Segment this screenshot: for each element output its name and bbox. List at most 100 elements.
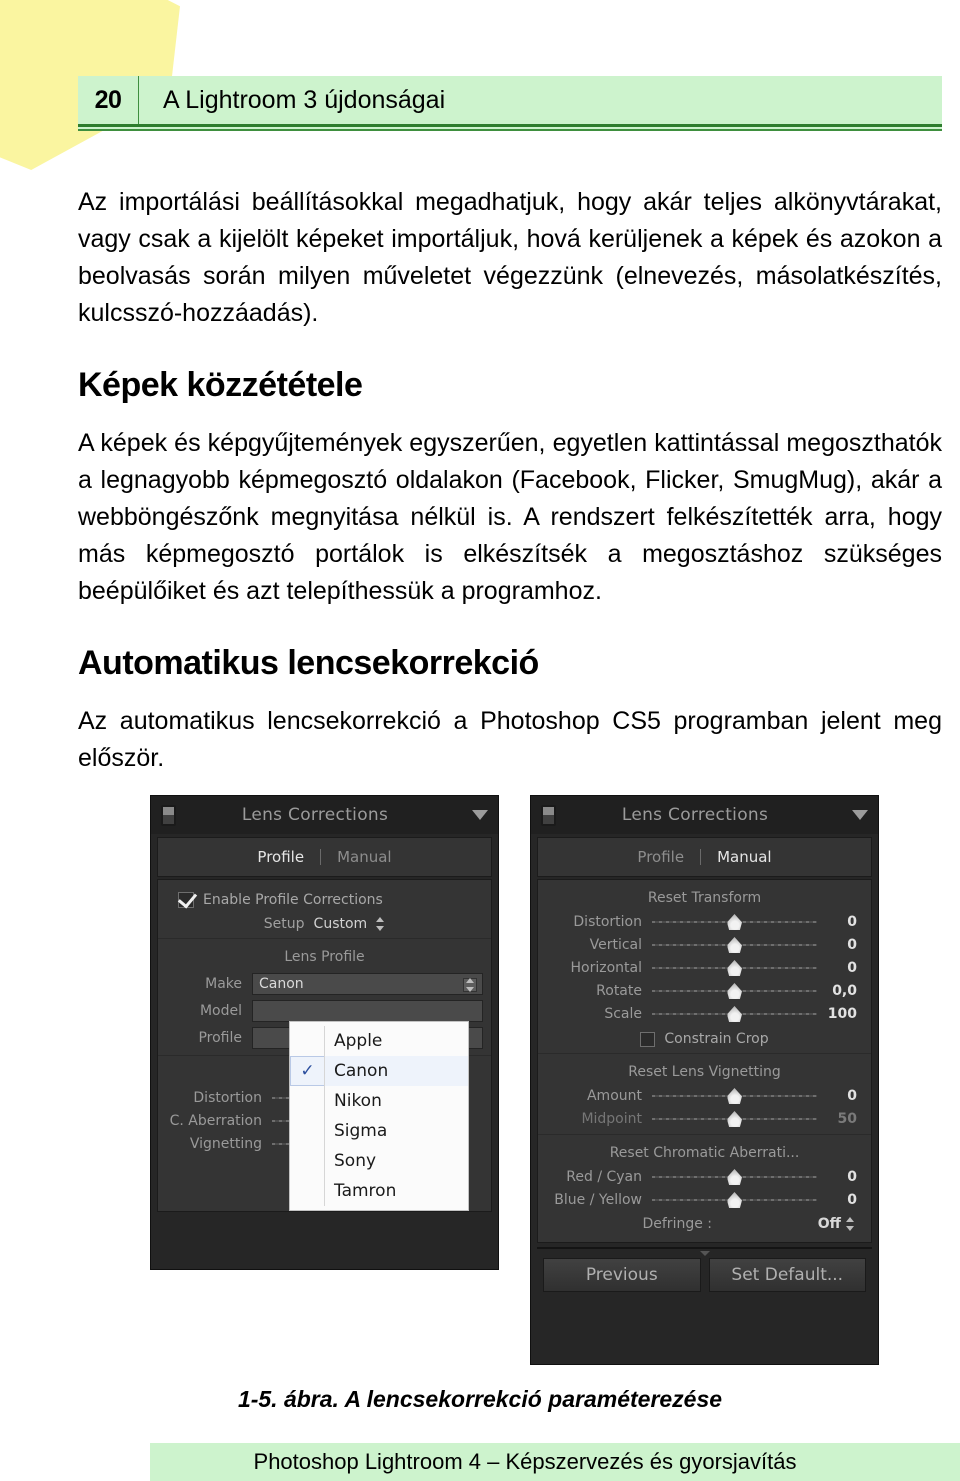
slider-label-c-aberration: C. Aberration [169, 1113, 262, 1129]
dropdown-item-nikon[interactable]: Nikon [290, 1086, 468, 1116]
slider-horizontal[interactable]: Horizontal 0 [544, 960, 865, 976]
dropdown-item-tamron[interactable]: Tamron [290, 1176, 468, 1206]
tab-manual[interactable]: Manual [321, 848, 408, 866]
slider-rotate[interactable]: Rotate 0,0 [544, 983, 865, 999]
slider-value-distortion: 0 [847, 914, 857, 930]
dropdown-label-apple: Apple [334, 1031, 383, 1051]
constrain-crop-label: Constrain Crop [664, 1031, 769, 1047]
slider-value-red-cyan: 0 [847, 1169, 857, 1185]
field-row-make[interactable]: Make Canon [166, 973, 483, 995]
slider-red-cyan[interactable]: Red / Cyan 0 [544, 1169, 865, 1185]
dropdown-label-nikon: Nikon [334, 1091, 382, 1111]
slider-track-midpoint[interactable] [652, 1111, 817, 1127]
figure-lens-corrections: Lens Corrections Profile Manual Enable P… [0, 795, 960, 1375]
slider-label-scale: Scale [604, 1006, 642, 1022]
slider-distortion[interactable]: Distortion 0 [544, 914, 865, 930]
slider-knob[interactable] [727, 1006, 742, 1022]
running-head-title: A Lightroom 3 újdonságai [163, 85, 446, 114]
stepper-icon[interactable] [376, 917, 385, 931]
slider-label-midpoint: Midpoint [581, 1111, 642, 1127]
slider-knob[interactable] [727, 1111, 742, 1127]
slider-blue-yellow[interactable]: Blue / Yellow 0 [544, 1192, 865, 1208]
chevron-down-icon[interactable] [852, 810, 868, 820]
slider-amount[interactable]: Amount 0 [544, 1088, 865, 1104]
reset-lens-vignetting-title[interactable]: Reset Lens Vignetting [538, 1064, 871, 1080]
dropdown-item-sony[interactable]: Sony [290, 1146, 468, 1176]
slider-value-midpoint: 50 [837, 1111, 857, 1127]
slider-knob[interactable] [727, 1192, 742, 1208]
slider-scale[interactable]: Scale 100 [544, 1006, 865, 1022]
enable-profile-corrections-label: Enable Profile Corrections [203, 892, 383, 908]
reset-chromatic-aberration-title[interactable]: Reset Chromatic Aberrati... [538, 1145, 871, 1161]
slider-knob[interactable] [727, 914, 742, 930]
running-head-rules [78, 124, 942, 131]
panel-toggle-switch-icon[interactable] [161, 804, 176, 826]
slider-knob[interactable] [727, 960, 742, 976]
slider-label-vertical: Vertical [589, 937, 642, 953]
tab-bar-right: Profile Manual [537, 837, 872, 877]
slider-vertical[interactable]: Vertical 0 [544, 937, 865, 953]
panel-titlebar-left: Lens Corrections [151, 796, 498, 834]
field-row-model[interactable]: Model [166, 1000, 483, 1022]
tab-manual[interactable]: Manual [701, 848, 788, 866]
footer-text: Photoshop Lightroom 4 – Képszervezés és … [253, 1449, 797, 1474]
dropdown-item-apple[interactable]: Apple [290, 1026, 468, 1056]
dropdown-item-sigma[interactable]: Sigma [290, 1116, 468, 1146]
slider-track-horizontal[interactable] [652, 960, 817, 976]
dropdown-item-canon[interactable]: ✓ Canon [290, 1056, 468, 1086]
setup-value[interactable]: Custom [314, 916, 368, 932]
defringe-value: Off [817, 1216, 841, 1232]
slider-label-rotate: Rotate [596, 983, 642, 999]
panel-footer-buttons: Previous Set Default... [537, 1247, 872, 1299]
page-footer: Photoshop Lightroom 4 – Képszervezés és … [150, 1443, 960, 1481]
panel-title-right: Lens Corrections [621, 805, 769, 825]
slider-track-blue-yellow[interactable] [652, 1192, 817, 1208]
chromatic-aberration-subsection: Reset Chromatic Aberrati... Red / Cyan 0… [538, 1134, 871, 1232]
enable-profile-corrections-checkbox[interactable] [178, 892, 194, 908]
make-stepper-icon[interactable] [463, 978, 477, 992]
intro-paragraph: Az importálási beállításokkal megadhatju… [78, 188, 942, 327]
slider-value-vertical: 0 [847, 937, 857, 953]
field-value-model[interactable] [252, 1000, 483, 1022]
slider-knob[interactable] [727, 983, 742, 999]
slider-knob[interactable] [727, 1169, 742, 1185]
dropdown-label-sigma: Sigma [334, 1121, 388, 1141]
slider-track-amount[interactable] [652, 1088, 817, 1104]
make-dropdown-menu[interactable]: Apple ✓ Canon Nikon Sigma Sony Tamron [289, 1021, 469, 1211]
set-default-button[interactable]: Set Default... [708, 1258, 866, 1292]
slider-track-scale[interactable] [652, 1006, 817, 1022]
setup-label: Setup [263, 916, 305, 932]
setup-row[interactable]: Setup Custom [158, 916, 491, 932]
defringe-stepper-icon[interactable] [846, 1217, 855, 1231]
constrain-crop-checkbox[interactable] [640, 1031, 656, 1047]
constrain-crop-row[interactable]: Constrain Crop [538, 1031, 871, 1047]
slider-value-horizontal: 0 [847, 960, 857, 976]
slider-track-vertical[interactable] [652, 937, 817, 953]
dropdown-label-sony: Sony [334, 1151, 377, 1171]
slider-track-rotate[interactable] [652, 983, 817, 999]
previous-button[interactable]: Previous [543, 1258, 701, 1292]
chevron-down-icon[interactable] [472, 810, 488, 820]
defringe-value-wrap[interactable]: Off [722, 1216, 865, 1232]
reset-transform-title[interactable]: Reset Transform [538, 890, 871, 906]
slider-knob[interactable] [727, 937, 742, 953]
slider-midpoint[interactable]: Midpoint 50 [544, 1111, 865, 1127]
defringe-label: Defringe : [642, 1216, 712, 1232]
section-heading-automatikus-lencsekorrekcio: Automatikus lencsekorrekció [78, 644, 539, 682]
slider-value-scale: 100 [827, 1006, 857, 1022]
dropdown-label-tamron: Tamron [334, 1181, 397, 1201]
enable-profile-corrections-row[interactable]: Enable Profile Corrections [158, 892, 491, 908]
slider-value-amount: 0 [847, 1088, 857, 1104]
slider-track-distortion[interactable] [652, 914, 817, 930]
lens-profile-title: Lens Profile [284, 949, 365, 965]
paragraph-automatikus-lencsekorrekcio: Az automatikus lencsekorrekció a Photosh… [78, 707, 942, 772]
field-value-make[interactable]: Canon [252, 973, 483, 995]
defringe-row[interactable]: Defringe : Off [544, 1216, 865, 1232]
slider-track-red-cyan[interactable] [652, 1169, 817, 1185]
tab-profile[interactable]: Profile [241, 848, 320, 866]
panel-body-right: Profile Manual Reset Transform Distortio… [531, 834, 878, 1305]
tab-profile[interactable]: Profile [621, 848, 700, 866]
panel-toggle-switch-icon[interactable] [541, 804, 556, 826]
tab-bar-left: Profile Manual [157, 837, 492, 877]
slider-knob[interactable] [727, 1088, 742, 1104]
